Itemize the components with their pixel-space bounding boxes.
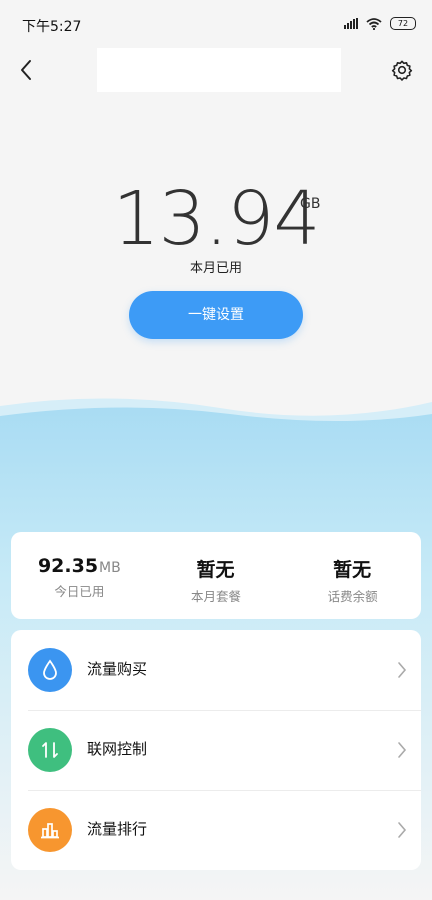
- stat-today-used: 92.35MB 今日已用: [11, 532, 148, 619]
- status-bar: 下午5:27 72: [0, 0, 432, 46]
- stat-label: 本月套餐: [191, 589, 242, 604]
- stat-value: 暂无: [196, 559, 235, 581]
- menu-item-data-ranking[interactable]: 流量排行: [11, 790, 421, 870]
- usage-unit: GB: [300, 196, 321, 212]
- menu-item-label: 流量购买: [87, 660, 148, 678]
- gear-icon: [391, 60, 413, 81]
- stat-value: 暂无: [333, 559, 372, 581]
- stat-phone-balance[interactable]: 暂无 话费余额: [284, 532, 421, 619]
- settings-button[interactable]: [386, 54, 418, 86]
- water-drop-icon: [28, 648, 72, 692]
- chevron-right-icon: [398, 822, 407, 838]
- menu-card: 流量购买 联网控制 流量排行: [11, 630, 421, 870]
- usage-label: 本月已用: [189, 261, 242, 276]
- one-click-setup-button[interactable]: 一键设置: [129, 291, 303, 339]
- status-time: 下午5:27: [22, 19, 82, 35]
- stat-unit: MB: [99, 560, 121, 576]
- wifi-icon: [366, 17, 382, 30]
- chevron-right-icon: [398, 662, 407, 678]
- back-arrow-icon: [21, 60, 31, 80]
- page-title: [97, 48, 341, 92]
- chevron-right-icon: [398, 742, 407, 758]
- menu-item-network-control[interactable]: 联网控制: [11, 710, 421, 790]
- stat-label: 话费余额: [327, 589, 378, 604]
- stat-monthly-plan[interactable]: 暂无 本月套餐: [148, 532, 285, 619]
- up-down-arrows-icon: [28, 728, 72, 772]
- menu-item-label: 流量排行: [87, 820, 148, 838]
- battery-icon: 72: [390, 17, 416, 30]
- menu-item-label: 联网控制: [87, 740, 148, 758]
- menu-item-buy-data[interactable]: 流量购买: [11, 630, 421, 710]
- back-button[interactable]: [10, 54, 42, 86]
- stat-value: 92.35MB: [37, 555, 121, 577]
- stat-label: 今日已用: [54, 584, 105, 599]
- signal-icon: [344, 18, 358, 29]
- header: [0, 46, 432, 96]
- usage-value: 13.94: [112, 176, 321, 262]
- status-icons: 72: [344, 17, 416, 30]
- stats-card: 92.35MB 今日已用 暂无 本月套餐 暂无 话费余额: [11, 532, 421, 619]
- bar-chart-icon: [28, 808, 72, 852]
